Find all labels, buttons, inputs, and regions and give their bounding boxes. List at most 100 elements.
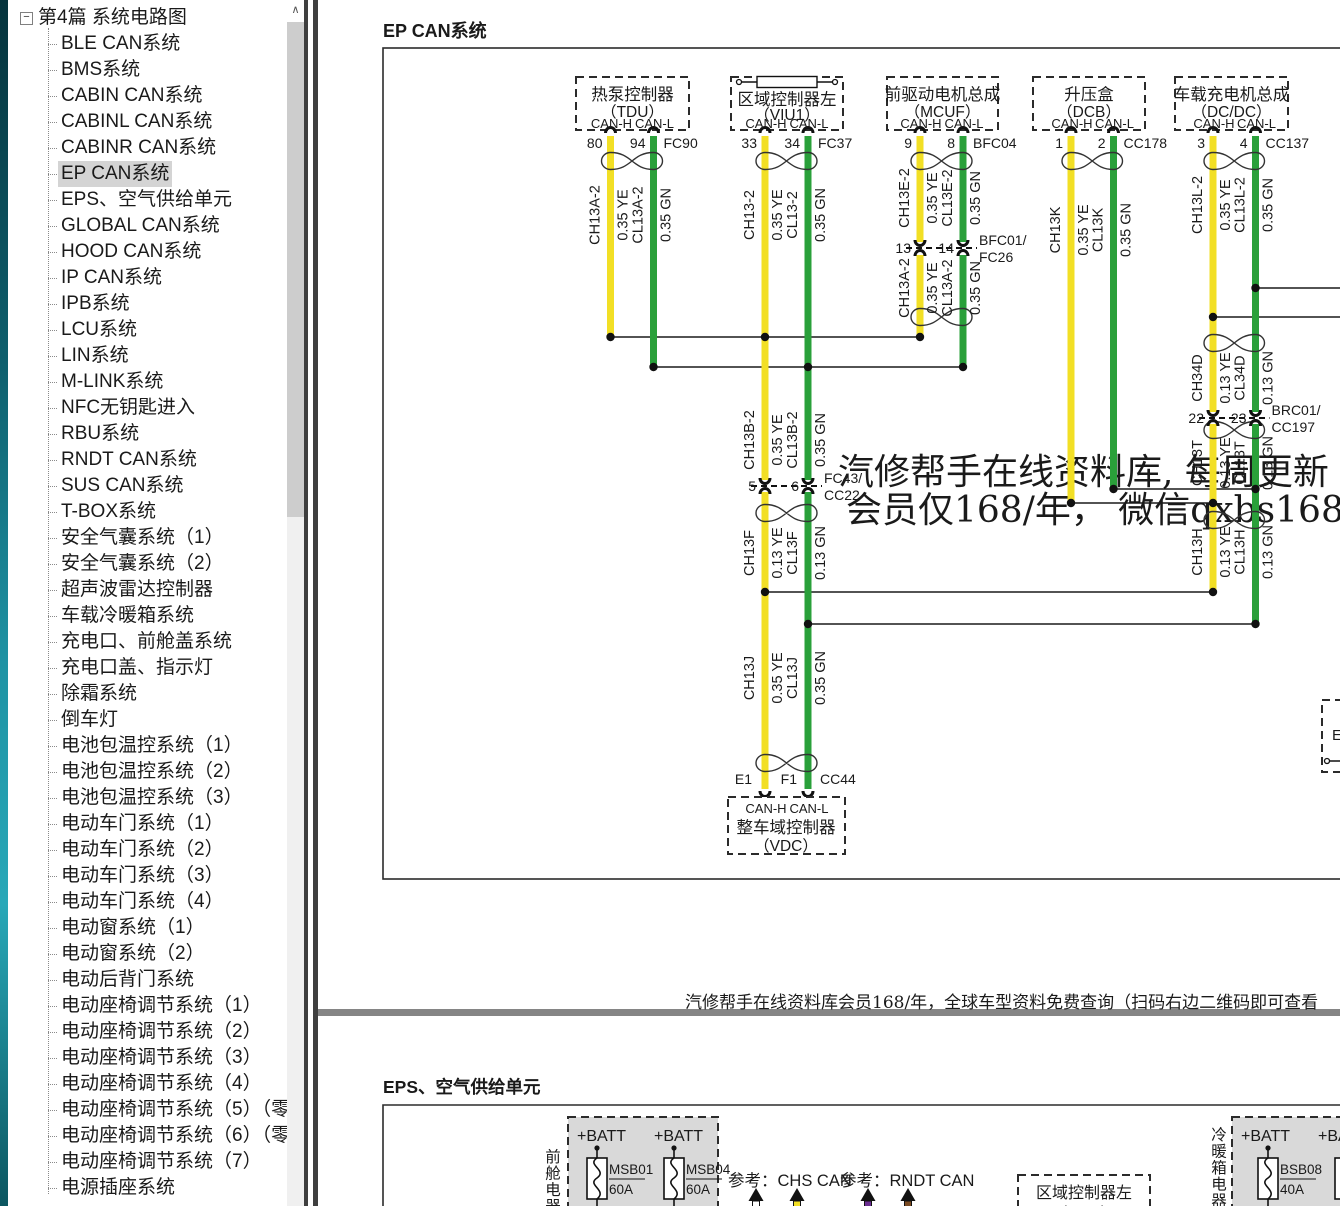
sidebar-scrollbar[interactable]: ∧ [287,0,304,1206]
scroll-up-icon[interactable]: ∧ [287,0,304,22]
tree-item-label: 安全气囊系统（1） [58,525,227,551]
tree-item-24[interactable]: 充电口盖、指示灯 [8,655,304,681]
batt-label: +BATT [577,1128,626,1145]
pin-number: E1 [735,771,752,787]
tree-item-1[interactable]: BMS系统 [8,57,304,83]
can-h-label: CAN-H [1193,116,1234,131]
connector-name: FC37 [818,135,852,151]
junction-dot [804,620,812,628]
tree-item-label: 电动车门系统（1） [58,811,227,837]
wire-name-label: CH13A-2 [588,185,604,245]
wire-spec-label: 0.13 GN [1261,436,1277,490]
wire-name-label: CL13-2 [785,191,801,239]
connector-name: CC22 [824,487,860,503]
tree-item-21[interactable]: 超声波雷达控制器 [8,577,304,603]
tree-root-item[interactable]: − 第4篇 系统电路图 [8,5,304,31]
tree-item-label: 电动窗系统（2） [58,941,208,967]
tree-item-27[interactable]: 电池包温控系统（1） [8,733,304,759]
tree-item-36[interactable]: 电动后背门系统 [8,967,304,993]
tree-item-32[interactable]: 电动车门系统（3） [8,863,304,889]
thermal-ebox-side-label: 暖 [1211,1143,1227,1161]
tree-item-33[interactable]: 电动车门系统（4） [8,889,304,915]
tree-item-30[interactable]: 电动车门系统（1） [8,811,304,837]
tree-item-label: 充电口、前舱盖系统 [58,629,235,655]
tree-item-38[interactable]: 电动座椅调节系统（2） [8,1019,304,1045]
tree-item-5[interactable]: EP CAN系统 [8,161,304,187]
tree-item-23[interactable]: 充电口、前舱盖系统 [8,629,304,655]
text-layer: 热泵控制器（TDU）CAN-HCAN-L8094FC90区域控制器左（VIU1）… [383,20,1340,1206]
scrollbar-thumb[interactable] [287,22,304,517]
connector-pin-icon [760,791,770,797]
tree-item-18[interactable]: T-BOX系统 [8,499,304,525]
tree-item-12[interactable]: LIN系统 [8,343,304,369]
wire-stub [753,1201,760,1206]
junction-dot [761,333,769,341]
tree-item-43[interactable]: 电动座椅调节系统（7） [8,1149,304,1175]
tree-item-7[interactable]: GLOBAL CAN系统 [8,213,304,239]
can-h-label: CAN-H [900,116,941,131]
wire-spec-label: 0.35 YE [925,262,941,314]
tree-item-label: 电动座椅调节系统（3） [58,1045,265,1071]
tree-item-14[interactable]: NFC无钥匙进入 [8,395,304,421]
tree-item-15[interactable]: RBU系统 [8,421,304,447]
wire-name-label: CL13B-2 [785,411,801,468]
partial-box-text: E [1332,727,1340,744]
pin-number: 3 [1197,135,1205,151]
can-l-label: CAN-L [1237,116,1276,131]
tree-item-label: 电动座椅调节系统（1） [58,993,265,1019]
tree-item-label: RBU系统 [58,421,142,447]
ecu-title: 车载充电机总成 [1174,85,1290,104]
tree-item-17[interactable]: SUS CAN系统 [8,473,304,499]
connector-name: CC178 [1124,135,1168,151]
tree-item-2[interactable]: CABIN CAN系统 [8,83,304,109]
front-ebox-side-label: 器 [545,1199,561,1206]
tree-item-label: 超声波雷达控制器 [58,577,216,603]
tree-item-26[interactable]: 倒车灯 [8,707,304,733]
fuse-terminal-dot [594,1145,599,1150]
can-l-label: CAN-L [789,801,828,816]
pin-number: 6 [791,478,799,494]
tree-item-39[interactable]: 电动座椅调节系统（3） [8,1045,304,1071]
can-l-label: CAN-L [944,116,983,131]
connector-name: FC43/ [824,470,862,486]
tree-item-9[interactable]: IP CAN系统 [8,265,304,291]
tree-item-11[interactable]: LCU系统 [8,317,304,343]
batt-label: +BATT [654,1128,703,1145]
tree-item-8[interactable]: HOOD CAN系统 [8,239,304,265]
tree-item-label: 电动座椅调节系统（6）（零 [58,1123,293,1149]
tree-item-20[interactable]: 安全气囊系统（2） [8,551,304,577]
tree-item-40[interactable]: 电动座椅调节系统（4） [8,1071,304,1097]
resistor-body-icon [757,77,817,88]
system-tree-sidebar: − 第4篇 系统电路图 BLE CAN系统BMS系统CABIN CAN系统CAB… [8,0,304,1206]
tree-item-29[interactable]: 电池包温控系统（3） [8,785,304,811]
pin-number: 14 [938,240,954,256]
tree-item-31[interactable]: 电动车门系统（2） [8,837,304,863]
thermal-ebox-side-label: 冷 [1211,1126,1227,1144]
wire-spec-label: 0.35 GN [659,188,675,242]
tree-item-label: BMS系统 [58,57,143,83]
tree-collapse-icon[interactable]: − [20,12,33,25]
tree-item-28[interactable]: 电池包温控系统（2） [8,759,304,785]
tree-item-16[interactable]: RNDT CAN系统 [8,447,304,473]
tree-item-34[interactable]: 电动窗系统（1） [8,915,304,941]
tree-item-25[interactable]: 除霜系统 [8,681,304,707]
tree-item-label: 电池包温控系统（1） [58,733,246,759]
tree-item-6[interactable]: EPS、空气供给单元 [8,187,304,213]
fuse-name: BSB08 [1280,1162,1322,1177]
tree-item-19[interactable]: 安全气囊系统（1） [8,525,304,551]
tree-item-22[interactable]: 车载冷暖箱系统 [8,603,304,629]
tree-item-3[interactable]: CABINL CAN系统 [8,109,304,135]
tree-item-13[interactable]: M-LINK系统 [8,369,304,395]
tree-item-0[interactable]: BLE CAN系统 [8,31,304,57]
ref-chs-can-label: 参考：CHS CAN [728,1171,852,1190]
tree-item-35[interactable]: 电动窗系统（2） [8,941,304,967]
wire-name-label: CH13T [1190,440,1206,486]
tree-item-label: CABIN CAN系统 [58,83,205,109]
tree-item-10[interactable]: IPB系统 [8,291,304,317]
tree-item-label: 电池包温控系统（2） [58,759,246,785]
tree-item-42[interactable]: 电动座椅调节系统（6）（零 [8,1123,304,1149]
tree-item-41[interactable]: 电动座椅调节系统（5）（零 [8,1097,304,1123]
tree-item-37[interactable]: 电动座椅调节系统（1） [8,993,304,1019]
tree-item-4[interactable]: CABINR CAN系统 [8,135,304,161]
tree-item-44[interactable]: 电源插座系统 [8,1175,304,1201]
